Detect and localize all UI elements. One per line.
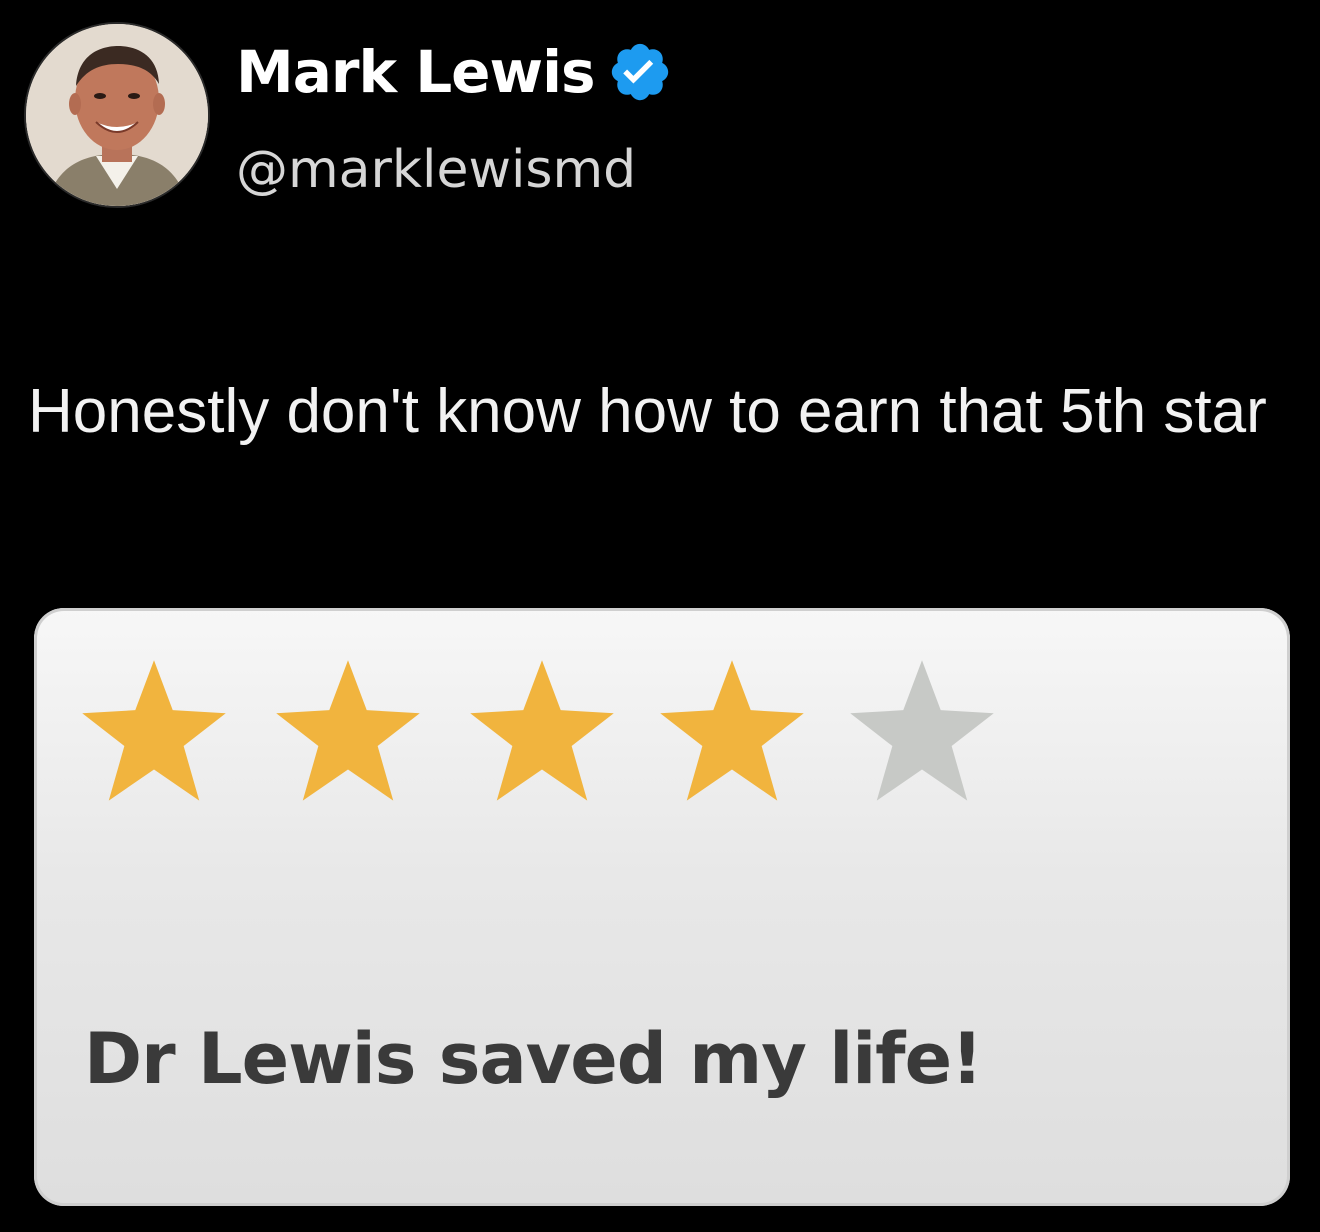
star-icon-filled-2 xyxy=(276,660,420,801)
post-text: Honestly don't know how to earn that 5th… xyxy=(28,377,1267,446)
review-card: Dr Lewis saved my life! xyxy=(34,608,1290,1206)
display-name[interactable]: Mark Lewis xyxy=(236,38,596,106)
profile-photo xyxy=(26,24,208,206)
avatar[interactable] xyxy=(24,22,210,208)
name-row: Mark Lewis xyxy=(236,32,673,112)
star-icon-empty-5 xyxy=(850,660,994,801)
star-icon-filled-3 xyxy=(470,660,614,801)
user-handle[interactable]: @marklewismd xyxy=(236,140,636,200)
post-header: Mark Lewis @marklewismd xyxy=(24,22,924,212)
review-text: Dr Lewis saved my life! xyxy=(84,1018,983,1100)
star-icon-filled-4 xyxy=(660,660,804,801)
star-icon-filled-1 xyxy=(82,660,226,801)
verified-badge-icon xyxy=(611,43,668,101)
